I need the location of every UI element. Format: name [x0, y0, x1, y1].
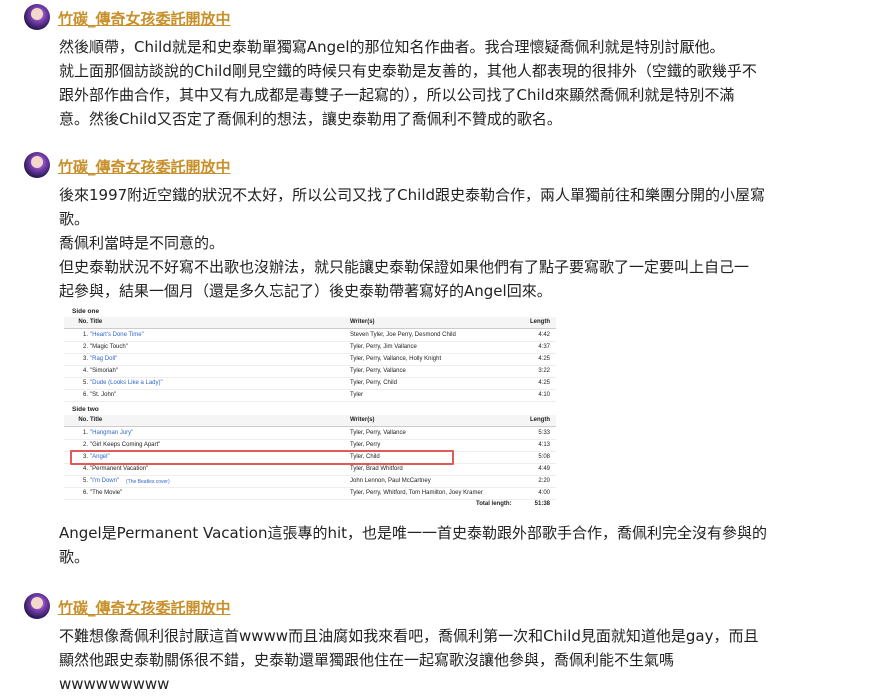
- track-writers: Tyler, Perry, Vallance, Holly Knight: [350, 356, 442, 362]
- side-one-label: Side one: [72, 308, 100, 315]
- track-note: (The Beatles cover): [126, 479, 170, 485]
- track-length: 3:22: [538, 368, 550, 374]
- track-length: 5:33: [538, 430, 550, 436]
- post-text-line: 意。然後Child又否定了喬佩利的想法，讓史泰勒用了喬佩利不贊成的歌名。: [59, 110, 562, 128]
- post-text-line: 喬佩利當時是不同意的。: [59, 234, 225, 252]
- track-title: "Permanent Vacation": [90, 466, 149, 472]
- track-title[interactable]: "Heart's Done Time": [90, 332, 144, 338]
- track-number: 2.: [82, 442, 88, 448]
- post-text-line: 然後順帶，Child就是和史泰勒單獨寫Angel的那位知名作曲者。我合理懷疑喬佩…: [59, 38, 725, 56]
- track-writers: Tyler, Perry, Whitford, Tom Hamilton, Jo…: [350, 490, 483, 496]
- side-two-label: Side two: [72, 406, 99, 413]
- post-text-line: 就上面那個訪談說的Child剛見空鐵的時候只有史泰勒是友善的，其他人都表現的很排…: [59, 62, 757, 80]
- track-number: 4.: [82, 466, 88, 472]
- track-number: 1.: [82, 332, 88, 338]
- table-header: No. Title Writer(s) Length: [64, 317, 556, 329]
- track-writers: Steven Tyler, Joe Perry, Desmond Child: [350, 332, 456, 338]
- table-row: 6. "St. John" Tyler 4:10: [64, 389, 556, 402]
- track-length: 4:13: [538, 442, 550, 448]
- avatar[interactable]: [24, 593, 50, 619]
- track-writers: Tyler, Perry: [350, 442, 381, 448]
- track-length: 4:10: [538, 392, 550, 398]
- header-no: No.: [78, 319, 88, 325]
- track-length: 5:08: [538, 454, 550, 460]
- track-length: 4:25: [538, 356, 550, 362]
- track-writers: Tyler, Brad Whitford: [350, 466, 403, 472]
- track-number: 5.: [82, 380, 88, 386]
- track-title: "Girl Keeps Coming Apart": [90, 442, 161, 448]
- post-text-line: 歌。: [59, 210, 90, 228]
- header-length: Length: [530, 319, 550, 325]
- total-row: Total length: 51:38: [64, 499, 556, 511]
- track-number: 6.: [82, 392, 88, 398]
- header-no: No.: [78, 417, 88, 423]
- track-length: 4:00: [538, 490, 550, 496]
- track-title: "The Movie": [90, 490, 123, 496]
- track-title[interactable]: "Dude (Looks Like a Lady)": [90, 380, 163, 386]
- post-text-line: 跟外部作曲合作，其中又有九成都是毒雙子一起寫的），所以公司找了Child來顯然喬…: [59, 86, 735, 104]
- tracklist-image: Side one No. Title Writer(s) Length 1. "H…: [64, 305, 556, 511]
- track-title[interactable]: "Hangman Jury": [90, 430, 133, 436]
- post-text-line: 但史泰勒狀況不好寫不出歌也沒辦法，就只能讓史泰勒保證如果他們有了點子要寫歌了一定…: [59, 258, 750, 276]
- track-length: 4:37: [538, 344, 550, 350]
- author-link[interactable]: 竹碳_傳奇女孩委託開放中: [58, 597, 231, 618]
- post-text-line: wwwwwwwww: [59, 675, 170, 693]
- post-text-line: 顯然他跟史泰勒關係很不錯，史泰勒還單獨跟他住在一起寫歌沒讓他參與，喬佩利能不生氣…: [59, 651, 675, 669]
- total-label: Total length:: [476, 501, 512, 507]
- track-title: "St. John": [90, 392, 117, 398]
- header-writers: Writer(s): [350, 319, 375, 325]
- track-number: 3.: [82, 356, 88, 362]
- header-length: Length: [530, 417, 550, 423]
- total-value: 51:38: [534, 501, 550, 507]
- track-number: 4.: [82, 368, 88, 374]
- track-length: 4:49: [538, 466, 550, 472]
- track-title: "Simoriah": [90, 368, 118, 374]
- post-text-line: 後來1997附近空鐵的狀況不太好，所以公司又找了Child跟史泰勒合作，兩人單獨…: [59, 186, 766, 204]
- header-title: Title: [90, 319, 103, 325]
- header-title: Title: [90, 417, 103, 423]
- track-length: 4:25: [538, 380, 550, 386]
- track-number: 6.: [82, 490, 88, 496]
- track-writers: Tyler, Perry, Vallance: [350, 430, 406, 436]
- track-title[interactable]: "Rag Doll": [90, 356, 117, 362]
- avatar[interactable]: [24, 4, 50, 30]
- track-number: 2.: [82, 344, 88, 350]
- track-writers: John Lennon, Paul McCartney: [350, 478, 431, 484]
- post-text-line: 歌。: [59, 548, 90, 566]
- track-title[interactable]: "I'm Down": [90, 478, 119, 484]
- track-length: 2:20: [538, 478, 550, 484]
- track-number: 5.: [82, 478, 88, 484]
- track-number: 1.: [82, 430, 88, 436]
- angel-highlight-box: [70, 450, 454, 465]
- track-writers: Tyler: [350, 392, 364, 398]
- author-link[interactable]: 竹碳_傳奇女孩委託開放中: [58, 8, 231, 29]
- track-length: 4:42: [538, 332, 550, 338]
- track-writers: Tyler, Perry, Jim Vallance: [350, 344, 417, 350]
- avatar[interactable]: [24, 152, 50, 178]
- post-text-line: 不難想像喬佩利很討厭這首wwww而且油腐如我來看吧，喬佩利第一次和Child見面…: [59, 627, 759, 645]
- table-header: No. Title Writer(s) Length: [64, 415, 556, 427]
- header-writers: Writer(s): [350, 417, 375, 423]
- track-writers: Tyler, Perry, Child: [350, 380, 397, 386]
- track-title: "Magic Touch": [90, 344, 128, 350]
- track-writers: Tyler, Perry, Vallance: [350, 368, 406, 374]
- post-text-line: 起參與，結果一個月（還是多久忘記了）後史泰勒帶著寫好的Angel回來。: [59, 282, 552, 300]
- post-text-line: Angel是Permanent Vacation這張專的hit，也是唯一一首史泰…: [59, 524, 768, 542]
- author-link[interactable]: 竹碳_傳奇女孩委託開放中: [58, 156, 231, 177]
